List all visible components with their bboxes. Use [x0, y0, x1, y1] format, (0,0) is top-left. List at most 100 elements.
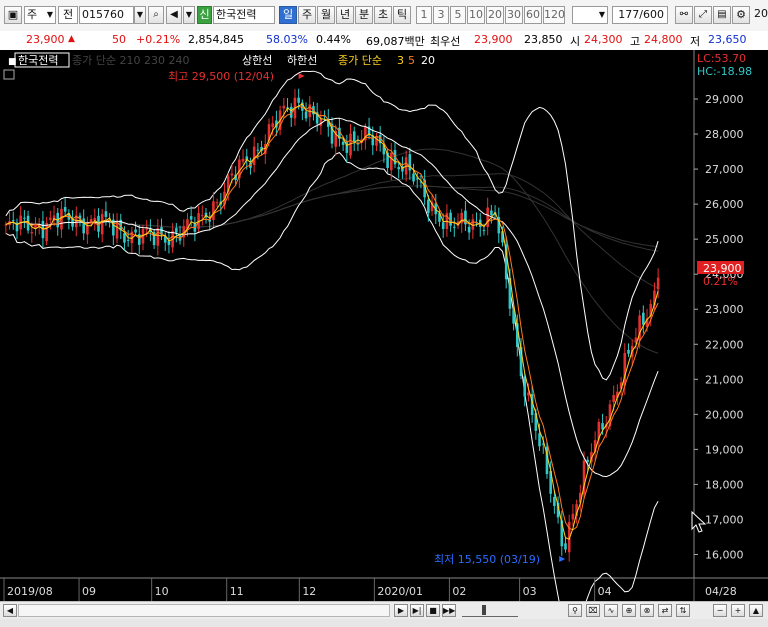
zoom-fit-icon[interactable]: ▲ [749, 604, 763, 617]
end-icon[interactable]: ▶▶ [442, 604, 456, 617]
stop-icon[interactable]: ■ [426, 604, 440, 617]
interval-dropdown[interactable]: ▼ [572, 6, 608, 24]
layout-icon[interactable]: ▣ [4, 6, 22, 24]
chart-tool-1-icon[interactable]: ⚲ [568, 604, 582, 617]
candle-body [642, 312, 645, 325]
scroll-track[interactable] [18, 604, 390, 617]
code-input[interactable]: 015760 [79, 6, 134, 24]
interval-5[interactable]: 5 [450, 6, 466, 24]
interval-10[interactable]: 10 [467, 6, 485, 24]
period-tab-6[interactable]: 틱 [393, 6, 411, 24]
turnover: 0.44% [316, 33, 351, 46]
volume-ratio: 58.03% [266, 33, 308, 46]
count-value: 177 [618, 8, 640, 21]
binoculars-icon[interactable]: ⚯ [675, 6, 693, 24]
chart-tool-6-icon[interactable]: ⇄ [658, 604, 672, 617]
scroll-right-icon[interactable]: ▶ [394, 604, 408, 617]
x-tick-label: 10 [155, 585, 169, 598]
new-badge: 신 [197, 6, 212, 24]
period-tab-1[interactable]: 주 [298, 6, 316, 24]
candle-body [341, 141, 345, 145]
play-icon[interactable]: ▶| [410, 604, 424, 617]
zoom-slider[interactable] [462, 605, 518, 617]
low-arrow-icon [559, 556, 566, 562]
chart-area[interactable]: ■ 한국전력 종가 단순 210 230 240 상한선 하한선 종가 단순 3… [0, 50, 768, 601]
zoom-out-icon[interactable]: − [713, 604, 727, 617]
interval-30[interactable]: 30 [505, 6, 523, 24]
price-change: 50 [112, 33, 126, 46]
zoom-slider-thumb[interactable] [482, 605, 486, 615]
period-tab-3[interactable]: 년 [336, 6, 354, 24]
y-tick-label: 22,000 [705, 338, 744, 351]
high-annotation: 최고 29,500 (12/04) [168, 70, 274, 83]
candle-body [453, 226, 456, 228]
stock-name-field[interactable]: 한국전력 [213, 6, 275, 24]
candle-body [656, 277, 660, 290]
open-price: 24,300 [584, 33, 623, 46]
x-tick-label: 03 [523, 585, 537, 598]
x-axis-last-date: 04/28 [705, 585, 737, 598]
scrollbar[interactable]: ◀ ▶ ▶| ■ ▶▶ ⚲ ⌧ ∿ ⊕ ⊗ ⇄ ⇅ − + ▲ [0, 601, 768, 620]
gear-icon[interactable]: ⚙ [732, 6, 750, 24]
candle-body [304, 111, 308, 119]
scroll-left-icon[interactable]: ◀ [3, 604, 17, 617]
candle-body [123, 233, 126, 243]
long-ma-line [5, 185, 659, 248]
chart-tool-2-icon[interactable]: ⌧ [586, 604, 600, 617]
interval-3[interactable]: 3 [433, 6, 449, 24]
x-tick-label: 04 [598, 585, 612, 598]
save-icon[interactable]: ▤ [713, 6, 731, 24]
interval-120[interactable]: 120 [543, 6, 565, 24]
candle-body [23, 217, 26, 219]
high-arrow-icon [298, 73, 305, 79]
chart-tool-7-icon[interactable]: ⇅ [676, 604, 690, 617]
interval-1[interactable]: 1 [416, 6, 432, 24]
count-total: /600 [639, 8, 664, 21]
y-tick-label: 27,000 [705, 163, 744, 176]
quote-info-bar: 23,900 ▲ 50 +0.21% 2,854,845 58.03% 0.44… [0, 31, 768, 51]
candle-body [486, 207, 489, 227]
legend-upper-band: 상한선 [242, 54, 272, 67]
candle-body [104, 211, 108, 217]
period-tab-4[interactable]: 분 [355, 6, 373, 24]
change-percent: +0.21% [136, 33, 181, 46]
speaker-dropdown[interactable]: ▼ [183, 6, 195, 24]
legend-ma-faded: 종가 단순 210 230 240 [72, 54, 189, 67]
candle-body [11, 220, 15, 222]
low-annotation: 최저 15,550 (03/19) [434, 553, 540, 566]
y-tick-label: 20,000 [705, 408, 744, 421]
long-ma-line [5, 148, 659, 354]
interval-20[interactable]: 20 [486, 6, 504, 24]
chart-tool-5-icon[interactable]: ⊗ [640, 604, 654, 617]
chart-menu-icon[interactable] [3, 69, 15, 80]
candle-body [115, 222, 119, 239]
toolbar-right-cut: 20 [754, 7, 768, 20]
trade-amount: 69,087백만 [366, 35, 425, 48]
high-label: 고 [630, 35, 641, 48]
candle-body [441, 222, 445, 229]
high-price: 24,800 [644, 33, 683, 46]
x-tick-label: 2019/08 [7, 585, 53, 598]
period-tab-0[interactable]: 일 [279, 6, 297, 24]
legend-stock-name: 한국전력 [18, 54, 58, 67]
chart-compare-icon[interactable]: ⤢ [694, 6, 712, 24]
candle-body [145, 228, 148, 230]
market-select[interactable]: 주 ▼ [24, 6, 56, 24]
type-select[interactable]: 전 [58, 6, 78, 24]
interval-60[interactable]: 60 [524, 6, 542, 24]
current-price-tag-label: 23,900 [703, 262, 742, 275]
long-ma-line [5, 185, 659, 252]
search-icon[interactable]: ⌕ [148, 6, 164, 24]
legend-ma-label: 종가 단순 [338, 54, 382, 67]
chart-tool-4-icon[interactable]: ⊕ [622, 604, 636, 617]
candle-body [215, 202, 219, 204]
chart-tool-3-icon[interactable]: ∿ [604, 604, 618, 617]
price-chart[interactable]: ■ 한국전력 종가 단순 210 230 240 상한선 하한선 종가 단순 3… [0, 50, 768, 601]
count-input[interactable]: 177/600 [612, 6, 668, 24]
period-tab-5[interactable]: 초 [374, 6, 392, 24]
zoom-in-icon[interactable]: + [731, 604, 745, 617]
code-dropdown[interactable]: ▼ [134, 6, 146, 24]
period-tab-2[interactable]: 월 [317, 6, 335, 24]
candle-body [627, 349, 630, 354]
speaker-icon[interactable]: ◀ [166, 6, 182, 24]
